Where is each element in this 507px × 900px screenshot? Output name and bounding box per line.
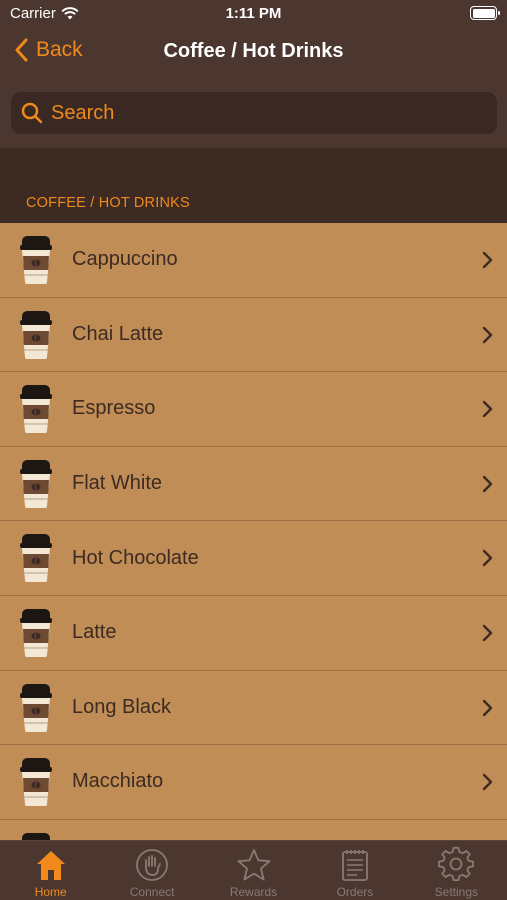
list-item[interactable]: Hot Chocolate bbox=[0, 521, 507, 596]
home-icon bbox=[36, 851, 65, 880]
tab-home[interactable]: Home bbox=[0, 841, 101, 900]
list-item-label: Espresso bbox=[72, 397, 156, 420]
search-input[interactable] bbox=[51, 101, 471, 125]
notepad-icon bbox=[342, 850, 368, 881]
coffee-cup-icon bbox=[20, 459, 52, 508]
search-icon bbox=[21, 102, 43, 124]
coffee-cup-icon bbox=[20, 534, 52, 583]
tab-connect-label: Connect bbox=[129, 885, 175, 899]
coffee-cup-icon bbox=[20, 236, 52, 284]
tab-bar: Home Connect Rewards Orders Settings bbox=[0, 840, 507, 900]
list-item[interactable]: Flat White bbox=[0, 447, 507, 522]
coffee-cup-icon bbox=[22, 832, 50, 840]
search-bar bbox=[0, 78, 507, 148]
chevron-right-icon bbox=[482, 400, 493, 418]
list-item[interactable]: Espresso bbox=[0, 372, 507, 447]
list-item-label: Chai Latte bbox=[72, 322, 164, 345]
tab-orders-label: Orders bbox=[336, 885, 374, 899]
coffee-cup-icon bbox=[20, 385, 52, 434]
chevron-right-icon bbox=[482, 326, 493, 343]
tab-home-label: Home bbox=[34, 885, 67, 899]
list-item[interactable]: Latte bbox=[0, 596, 507, 671]
search-field[interactable] bbox=[11, 92, 497, 134]
list-item-label: Cappuccino bbox=[72, 248, 178, 271]
status-time: 1:11 PM bbox=[225, 5, 282, 22]
tab-settings[interactable]: Settings bbox=[406, 841, 507, 900]
list-item-label: Long Black bbox=[72, 695, 171, 718]
tab-rewards-label: Rewards bbox=[229, 885, 278, 899]
hand-icon bbox=[136, 849, 169, 881]
gear-icon bbox=[438, 847, 475, 882]
coffee-cup-icon bbox=[20, 608, 52, 657]
list-item[interactable] bbox=[0, 820, 507, 840]
section-header-label: COFFEE / HOT DRINKS bbox=[26, 195, 190, 211]
chevron-right-icon bbox=[482, 251, 493, 269]
list-item[interactable]: Chai Latte bbox=[0, 298, 507, 373]
chevron-right-icon bbox=[482, 699, 493, 716]
drink-list: Cappuccino Chai Latte Espresso Flat Whit… bbox=[0, 223, 507, 840]
tab-settings-label: Settings bbox=[434, 885, 478, 899]
chevron-right-icon bbox=[482, 773, 493, 791]
list-item-label: Macchiato bbox=[72, 770, 164, 793]
coffee-cup-icon bbox=[20, 758, 52, 807]
list-item-label: Flat White bbox=[72, 472, 163, 495]
status-bar: Carrier 1:11 PM bbox=[0, 0, 507, 28]
chevron-right-icon bbox=[482, 550, 493, 567]
section-header: COFFEE / HOT DRINKS bbox=[0, 148, 507, 223]
list-item[interactable]: Macchiato bbox=[0, 745, 507, 820]
coffee-cup-icon bbox=[20, 310, 52, 359]
tab-connect[interactable]: Connect bbox=[101, 841, 202, 900]
tab-orders[interactable]: Orders bbox=[304, 841, 405, 900]
chevron-right-icon bbox=[482, 475, 493, 492]
coffee-cup-icon bbox=[20, 683, 52, 732]
list-item-label: Hot Chocolate bbox=[72, 546, 199, 569]
list-item[interactable]: Cappuccino bbox=[0, 223, 507, 298]
battery-icon bbox=[470, 6, 500, 20]
list-item-label: Latte bbox=[72, 621, 117, 644]
chevron-right-icon bbox=[482, 624, 493, 642]
tab-rewards[interactable]: Rewards bbox=[203, 841, 304, 900]
page-title: Coffee / Hot Drinks bbox=[163, 40, 344, 62]
navigation-bar: Back Coffee / Hot Drinks bbox=[0, 28, 507, 78]
list-item[interactable]: Long Black bbox=[0, 671, 507, 746]
star-icon bbox=[237, 849, 270, 881]
